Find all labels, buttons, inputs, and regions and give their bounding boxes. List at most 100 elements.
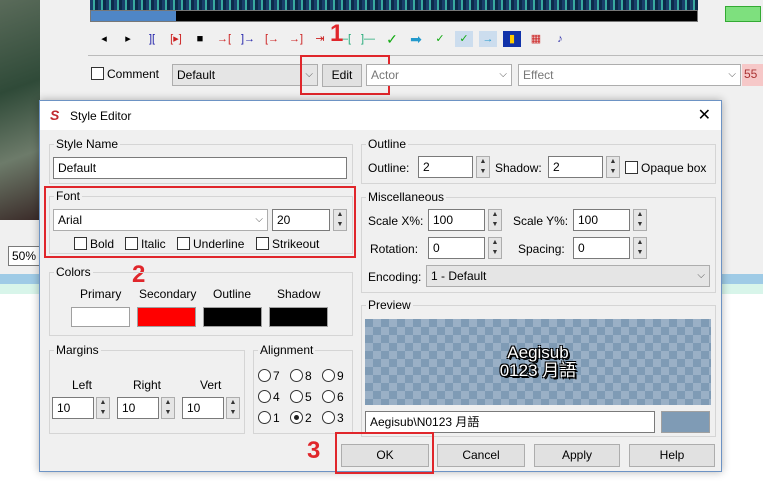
zoom-field[interactable]: 50% bbox=[8, 246, 40, 266]
auto-next-icon[interactable]: ✓ bbox=[455, 31, 473, 47]
preview-line-2: 0123 月語 bbox=[499, 361, 577, 380]
lead-out-icon[interactable]: ]— bbox=[359, 31, 377, 47]
next-icon[interactable]: ▸ bbox=[119, 31, 137, 47]
preview-group: Preview Aegisub 0123 月語 Aegisub\N0123 月語 bbox=[361, 298, 716, 437]
apply-button[interactable]: Apply bbox=[534, 444, 620, 467]
title-bar: S Style Editor ✕ bbox=[40, 101, 721, 130]
prev-icon[interactable]: ◂ bbox=[95, 31, 113, 47]
shadow-depth-spinner[interactable]: ▲ ▼ bbox=[606, 156, 620, 178]
preview-line-1: Aegisub bbox=[507, 343, 569, 362]
alignment-radio-3[interactable]: 3 bbox=[322, 411, 354, 425]
play-line-icon[interactable]: [▸] bbox=[167, 31, 185, 47]
primary-color-button[interactable] bbox=[71, 307, 130, 327]
stop-icon[interactable]: ■ bbox=[191, 31, 209, 47]
vert-margin-label: Vert bbox=[200, 378, 222, 392]
opaque-box-checkbox[interactable]: Opaque box bbox=[625, 161, 706, 175]
go-next-icon[interactable]: ➡ bbox=[407, 31, 425, 47]
encoding-label: Encoding: bbox=[368, 270, 422, 284]
chevron-down-icon: ⌵ bbox=[728, 69, 736, 80]
spacing-spinner[interactable]: ▲ ▼ bbox=[633, 237, 647, 259]
right-margin-label: Right bbox=[133, 378, 162, 392]
chevron-down-icon: ⌵ bbox=[697, 270, 705, 281]
outline-width-spinner[interactable]: ▲ ▼ bbox=[476, 156, 490, 178]
commit-check-icon[interactable]: ✓ bbox=[383, 31, 401, 47]
outline-label: Outline bbox=[213, 287, 252, 301]
step-3-label: 3 bbox=[307, 437, 321, 464]
mic-icon[interactable]: ♪ bbox=[551, 31, 569, 47]
outline-width-input[interactable]: 2 bbox=[418, 156, 473, 178]
shadow-depth-label: Shadow: bbox=[495, 161, 542, 175]
alignment-radio-5[interactable]: 5 bbox=[290, 390, 322, 404]
scroll-position bbox=[91, 11, 176, 21]
play-after-start-icon[interactable]: ]→ bbox=[239, 31, 257, 47]
close-icon[interactable]: ✕ bbox=[698, 105, 711, 125]
commit-icon[interactable] bbox=[725, 6, 761, 22]
vert-margin-spinner[interactable]: ▲ ▼ bbox=[226, 397, 240, 419]
colors-group: Colors Primary Secondary Outline Shadow bbox=[49, 265, 353, 336]
video-preview bbox=[0, 0, 40, 220]
auto-scroll-icon[interactable]: → bbox=[479, 31, 497, 47]
play-selection-icon[interactable]: ][ bbox=[143, 31, 161, 47]
scale-x-input[interactable]: 100 bbox=[428, 209, 485, 231]
highlight-box-3 bbox=[335, 432, 434, 474]
encoding-select[interactable]: 1 - Default ⌵ bbox=[426, 265, 710, 287]
style-name-input[interactable]: Default bbox=[53, 157, 347, 179]
rotation-spinner[interactable]: ▲ ▼ bbox=[488, 237, 502, 259]
aegisub-logo-icon: S bbox=[50, 107, 60, 123]
spacing-label: Spacing: bbox=[518, 242, 565, 256]
scale-y-spinner[interactable]: ▲ ▼ bbox=[633, 209, 647, 231]
spacing-input[interactable]: 0 bbox=[573, 237, 630, 259]
auto-commit-icon[interactable]: ✓ bbox=[431, 31, 449, 47]
play-to-end-icon[interactable]: ⇥ bbox=[311, 31, 329, 47]
right-margin-spinner[interactable]: ▲ ▼ bbox=[161, 397, 175, 419]
left-margin-input[interactable]: 10 bbox=[52, 397, 94, 419]
outline-group: Outline Outline: 2 ▲ ▼ Shadow: 2 ▲ ▼ Opaqu… bbox=[361, 137, 716, 184]
preview-text-input[interactable]: Aegisub\N0123 月語 bbox=[365, 411, 655, 433]
scale-y-input[interactable]: 100 bbox=[573, 209, 630, 231]
left-margin-label: Left bbox=[72, 378, 93, 392]
preview-background-color-button[interactable] bbox=[661, 411, 710, 433]
layer-field[interactable]: 55 bbox=[742, 64, 763, 86]
audio-scrollbar[interactable] bbox=[90, 10, 698, 22]
outline-width-label: Outline: bbox=[368, 161, 410, 175]
alignment-radio-9[interactable]: 9 bbox=[322, 369, 354, 383]
outline-color-button[interactable] bbox=[203, 307, 262, 327]
comment-checkbox[interactable]: Comment bbox=[91, 67, 159, 81]
margins-group: Margins Left Right Vert 10 ▲ ▼ 10 ▲ ▼ 10 ▲… bbox=[49, 343, 245, 434]
left-margin-spinner[interactable]: ▲ ▼ bbox=[96, 397, 110, 419]
shadow-label: Shadow bbox=[277, 287, 321, 301]
help-button[interactable]: Help bbox=[629, 444, 715, 467]
alignment-radio-7[interactable]: 7 bbox=[258, 369, 290, 383]
shadow-color-button[interactable] bbox=[269, 307, 328, 327]
play-before-end-icon[interactable]: [→ bbox=[263, 31, 281, 47]
group-label: Style Name bbox=[54, 137, 121, 151]
group-label: Alignment bbox=[258, 343, 316, 357]
secondary-label: Secondary bbox=[139, 287, 197, 301]
vert-margin-input[interactable]: 10 bbox=[182, 397, 224, 419]
effect-combo[interactable]: Effect ⌵ bbox=[518, 64, 741, 86]
secondary-color-button[interactable] bbox=[137, 307, 196, 327]
shadow-depth-input[interactable]: 2 bbox=[548, 156, 603, 178]
alignment-radio-6[interactable]: 6 bbox=[322, 390, 354, 404]
primary-label: Primary bbox=[80, 287, 122, 301]
alignment-radio-1[interactable]: 1 bbox=[258, 411, 290, 425]
alignment-radio-4[interactable]: 4 bbox=[258, 390, 290, 404]
style-select[interactable]: Default ⌵ bbox=[172, 64, 318, 86]
group-label: Miscellaneous bbox=[366, 190, 447, 204]
right-margin-input[interactable]: 10 bbox=[117, 397, 159, 419]
rotation-input[interactable]: 0 bbox=[428, 237, 485, 259]
scale-x-label: Scale X%: bbox=[368, 214, 424, 228]
group-label: Outline bbox=[366, 137, 409, 151]
cancel-button[interactable]: Cancel bbox=[437, 444, 525, 467]
play-before-icon[interactable]: →[ bbox=[215, 31, 233, 47]
alignment-radio-8[interactable]: 8 bbox=[290, 369, 322, 383]
scale-x-spinner[interactable]: ▲ ▼ bbox=[488, 209, 502, 231]
rotation-label: Rotation: bbox=[370, 242, 419, 256]
karaoke-icon[interactable]: ▦ bbox=[527, 31, 545, 47]
highlight-box-2 bbox=[44, 186, 356, 258]
actor-combo[interactable]: Actor ⌵ bbox=[366, 64, 512, 86]
audio-waveform[interactable] bbox=[90, 0, 698, 10]
play-after-icon[interactable]: →] bbox=[287, 31, 305, 47]
spectrum-icon[interactable]: ▮ bbox=[503, 31, 521, 47]
alignment-radio-2[interactable]: 2 bbox=[290, 411, 322, 425]
